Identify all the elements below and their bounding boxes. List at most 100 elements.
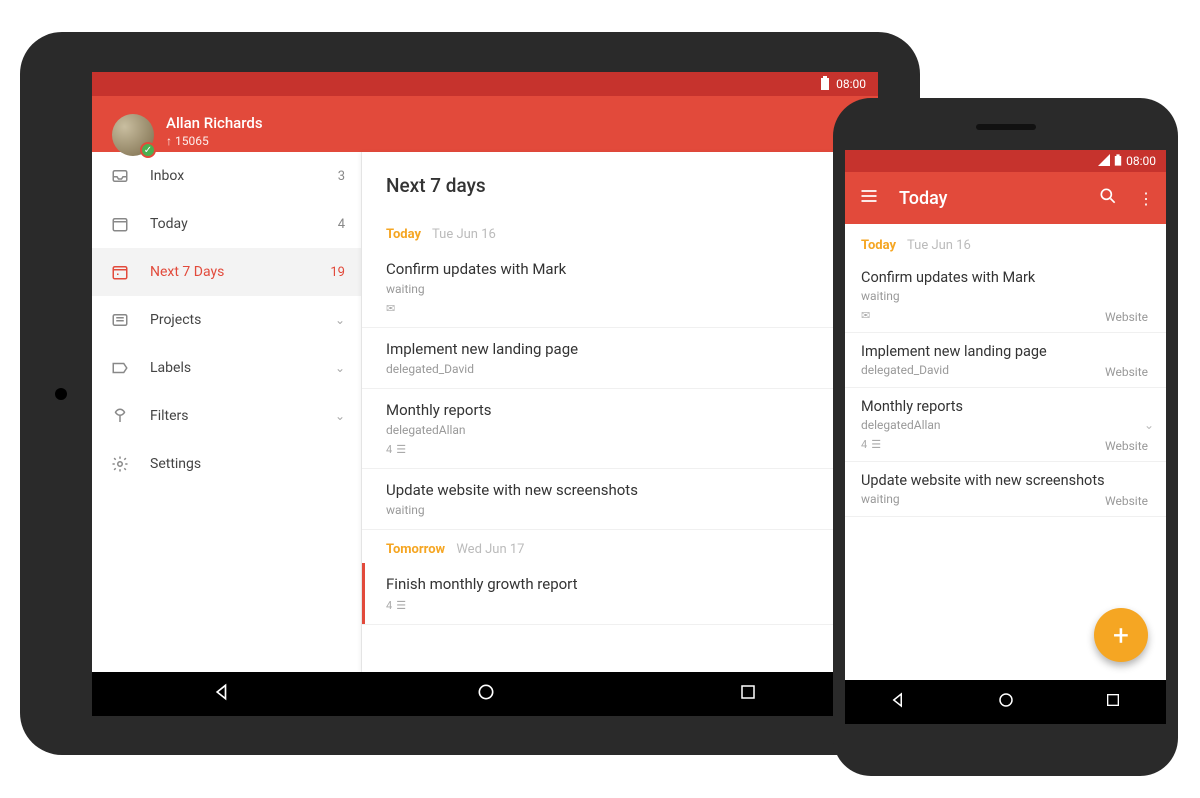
page-title: Next 7 days: [362, 152, 878, 215]
comment-icon: ☰: [396, 443, 406, 456]
task-subtitle: waiting: [386, 282, 854, 296]
battery-icon: [820, 76, 830, 93]
sidebar-label: Today: [150, 216, 338, 232]
signal-icon: [1098, 154, 1110, 169]
nav-home-button[interactable]: [476, 682, 496, 706]
statusbar-time: 08:00: [836, 77, 866, 91]
task-title: Confirm updates with Mark: [386, 260, 854, 278]
comment-icon: ☰: [871, 438, 881, 451]
task-title: Implement new landing page: [861, 343, 1150, 360]
task-title: Confirm updates with Mark: [861, 269, 1150, 286]
calendar-icon: [108, 215, 132, 233]
task-project: Website: [1105, 310, 1154, 324]
add-task-fab[interactable]: +: [1094, 608, 1148, 662]
sidebar-item-next7days[interactable]: Next 7 Days 19: [92, 248, 361, 296]
sidebar-count: 3: [338, 169, 345, 184]
more-icon[interactable]: ⋮: [1138, 189, 1152, 208]
section-name: Today: [861, 238, 896, 253]
filter-icon: [108, 407, 132, 425]
task-title: Monthly reports: [861, 398, 1150, 415]
task-item[interactable]: Monthly reports delegatedAllan 4☰ W: [362, 389, 878, 469]
task-title: Implement new landing page: [386, 340, 854, 358]
phone-section-header: Today Tue Jun 16: [845, 224, 1166, 259]
task-item[interactable]: Monthly reports delegatedAllan 4☰ ⌄ Webs…: [845, 388, 1166, 462]
task-item[interactable]: Implement new landing page delegated_Dav…: [845, 333, 1166, 388]
sidebar-item-inbox[interactable]: Inbox 3: [92, 152, 361, 200]
phone-content: Today Tue Jun 16 Confirm updates with Ma…: [845, 224, 1166, 680]
user-karma: ↑ 15065: [166, 134, 263, 148]
task-item[interactable]: Confirm updates with Mark waiting ✉ Webs…: [845, 259, 1166, 333]
task-comments: 4☰: [386, 443, 854, 456]
avatar[interactable]: ✓: [112, 114, 154, 156]
sidebar-item-settings[interactable]: Settings: [92, 440, 361, 488]
task-subtitle: waiting: [386, 503, 854, 517]
section-date: Tue Jun 16: [907, 238, 971, 253]
statusbar-time: 08:00: [1126, 154, 1156, 168]
task-title: Finish monthly growth report: [386, 575, 854, 593]
task-item[interactable]: Finish monthly growth report 4☰ Gr: [362, 563, 878, 625]
sidebar-item-today[interactable]: Today 4: [92, 200, 361, 248]
sidebar-label: Next 7 Days: [150, 264, 330, 280]
appbar-title: Today: [899, 188, 1078, 209]
user-name: Allan Richards: [166, 114, 263, 132]
inbox-icon: [108, 167, 132, 185]
section-header-today: Today Tue Jun 16: [362, 215, 878, 248]
sidebar-item-filters[interactable]: Filters ⌄: [92, 392, 361, 440]
calendar-week-icon: [108, 263, 132, 281]
tablet-statusbar: 08:00: [92, 72, 878, 96]
phone-speaker: [976, 124, 1036, 130]
nav-recent-button[interactable]: [1105, 692, 1121, 712]
search-icon[interactable]: [1098, 186, 1118, 210]
gear-icon: [108, 455, 132, 473]
sidebar-label: Settings: [150, 456, 345, 472]
task-item[interactable]: Implement new landing page delegated_Dav…: [362, 328, 878, 389]
sidebar-item-projects[interactable]: Projects ⌄: [92, 296, 361, 344]
mail-icon: ✉: [386, 302, 395, 315]
sidebar-count: 4: [338, 217, 345, 232]
sidebar-label: Inbox: [150, 168, 338, 184]
phone-device: 08:00 Today ⋮ Today Tue Jun 16 Confirm u…: [833, 98, 1178, 776]
phone-screen: 08:00 Today ⋮ Today Tue Jun 16 Confirm u…: [845, 150, 1166, 724]
nav-home-button[interactable]: [997, 691, 1015, 713]
sidebar-count: 19: [330, 265, 345, 280]
section-name: Today: [386, 227, 421, 242]
sidebar-label: Projects: [150, 312, 335, 328]
task-meta: ✉: [386, 302, 854, 315]
tablet-screen: 08:00 ✓ Allan Richards ↑ 15065 Inbox 3: [92, 72, 878, 716]
section-header-tomorrow: Tomorrow Wed Jun 17: [362, 530, 878, 563]
task-project: Website: [1105, 439, 1154, 453]
list-icon: [108, 311, 132, 329]
task-item[interactable]: Update website with new screenshots wait…: [362, 469, 878, 530]
sidebar-label: Labels: [150, 360, 335, 376]
chevron-down-icon[interactable]: ⌄: [1144, 418, 1154, 432]
mail-icon: ✉: [861, 309, 870, 322]
phone-appbar: Today ⋮: [845, 172, 1166, 224]
section-date: Tue Jun 16: [432, 227, 496, 242]
nav-back-button[interactable]: [890, 691, 908, 713]
task-subtitle: waiting: [861, 289, 1150, 303]
comment-icon: ☰: [396, 599, 406, 612]
task-subtitle: delegatedAllan: [861, 418, 1150, 432]
task-project: Website: [1105, 494, 1154, 508]
hamburger-icon[interactable]: [859, 186, 879, 210]
task-title: Update website with new screenshots: [386, 481, 854, 499]
chevron-down-icon: ⌄: [335, 409, 345, 423]
sidebar-label: Filters: [150, 408, 335, 424]
task-project: Website: [1105, 365, 1154, 379]
task-subtitle: delegatedAllan: [386, 423, 854, 437]
content-pane: Next 7 days Today Tue Jun 16 Confirm upd…: [362, 152, 878, 672]
task-comments: 4☰: [386, 599, 854, 612]
nav-recent-button[interactable]: [739, 683, 757, 705]
chevron-down-icon: ⌄: [335, 361, 345, 375]
sidebar-item-labels[interactable]: Labels ⌄: [92, 344, 361, 392]
section-name: Tomorrow: [386, 542, 445, 557]
user-info: Allan Richards ↑ 15065: [166, 114, 263, 148]
tag-icon: [108, 359, 132, 377]
task-item[interactable]: Update website with new screenshots wait…: [845, 462, 1166, 517]
nav-back-button[interactable]: [213, 682, 233, 706]
tablet-device: 08:00 ✓ Allan Richards ↑ 15065 Inbox 3: [20, 32, 920, 755]
avatar-online-badge: ✓: [140, 142, 156, 158]
battery-icon: [1114, 154, 1122, 169]
task-item[interactable]: Confirm updates with Mark waiting ✉ W: [362, 248, 878, 328]
tablet-camera: [55, 388, 67, 400]
